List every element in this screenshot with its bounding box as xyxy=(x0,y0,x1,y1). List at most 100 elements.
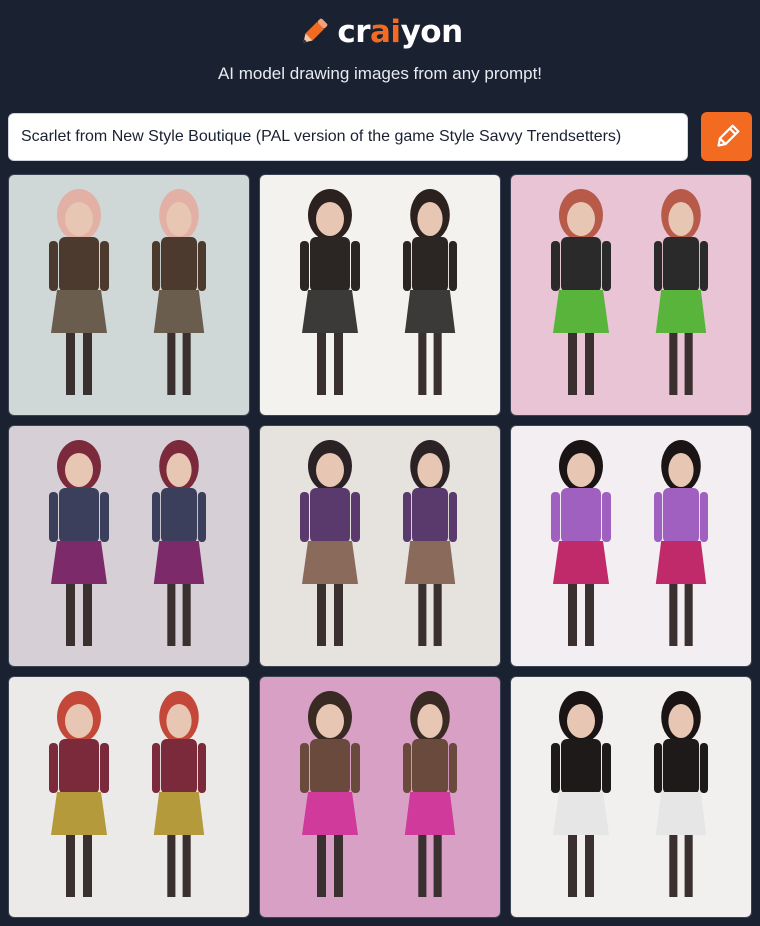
fashion-figure xyxy=(654,189,708,395)
figure-part xyxy=(302,792,358,835)
figure-part xyxy=(561,488,601,543)
fashion-figure xyxy=(654,691,708,897)
generated-image[interactable] xyxy=(510,676,752,918)
figure-part xyxy=(316,202,344,236)
figure-part xyxy=(317,835,326,897)
figure-part xyxy=(655,792,707,835)
figure-part xyxy=(83,333,92,395)
figure-part xyxy=(334,333,343,395)
figure-part xyxy=(404,792,456,835)
figure-part xyxy=(152,492,161,542)
figure-part xyxy=(153,541,205,584)
figure-part xyxy=(166,453,192,487)
figure-part xyxy=(334,835,343,897)
figure-part xyxy=(602,743,611,793)
figure-part xyxy=(684,835,693,897)
fashion-figure xyxy=(551,440,611,646)
figure-part xyxy=(567,202,595,236)
figure-part xyxy=(49,241,58,291)
figure-part xyxy=(51,290,107,333)
figure-part xyxy=(100,743,109,793)
image-gallery xyxy=(8,174,752,918)
generated-image[interactable] xyxy=(259,174,501,416)
figure-part xyxy=(553,541,609,584)
figure-part xyxy=(83,835,92,897)
figure-part xyxy=(49,492,58,542)
generated-image[interactable] xyxy=(510,425,752,667)
figure-part xyxy=(167,835,176,897)
figure-part xyxy=(59,488,99,543)
fashion-figure-illustration xyxy=(300,691,457,897)
figure-part xyxy=(153,792,205,835)
figure-part xyxy=(412,488,448,543)
figure-part xyxy=(310,237,350,292)
figure-part xyxy=(417,453,443,487)
figure-part xyxy=(167,584,176,646)
figure-part xyxy=(585,333,594,395)
pencil-icon xyxy=(716,124,739,147)
figure-part xyxy=(153,290,205,333)
generated-image[interactable] xyxy=(8,676,250,918)
figure-part xyxy=(663,237,699,292)
logo[interactable]: craiyon xyxy=(0,8,760,56)
figure-part xyxy=(49,743,58,793)
figure-part xyxy=(65,704,93,738)
figure-part xyxy=(655,541,707,584)
figure-part xyxy=(561,237,601,292)
figure-part xyxy=(433,835,442,897)
figure-part xyxy=(161,739,197,794)
generated-image[interactable] xyxy=(510,174,752,416)
figure-part xyxy=(197,492,206,542)
brand-name: craiyon xyxy=(337,14,463,50)
figure-part xyxy=(351,492,360,542)
figure-part xyxy=(663,739,699,794)
figure-part xyxy=(567,704,595,738)
figure-part xyxy=(418,333,427,395)
figure-part xyxy=(585,584,594,646)
figure-part xyxy=(166,202,192,236)
fashion-figure xyxy=(152,189,206,395)
figure-part xyxy=(568,584,577,646)
generated-image[interactable] xyxy=(8,174,250,416)
figure-part xyxy=(161,237,197,292)
figure-part xyxy=(654,492,663,542)
draw-button[interactable] xyxy=(701,112,752,161)
figure-part xyxy=(553,290,609,333)
figure-part xyxy=(310,739,350,794)
fashion-figure xyxy=(300,440,360,646)
figure-part xyxy=(669,584,678,646)
generated-image[interactable] xyxy=(259,676,501,918)
figure-part xyxy=(418,584,427,646)
figure-part xyxy=(551,241,560,291)
figure-part xyxy=(300,743,309,793)
figure-part xyxy=(669,835,678,897)
figure-part xyxy=(404,541,456,584)
figure-part xyxy=(448,743,457,793)
figure-part xyxy=(668,202,694,236)
figure-part xyxy=(152,241,161,291)
figure-part xyxy=(448,241,457,291)
figure-part xyxy=(417,202,443,236)
figure-part xyxy=(699,241,708,291)
generated-image[interactable] xyxy=(8,425,250,667)
fashion-figure-illustration xyxy=(49,189,206,395)
figure-part xyxy=(568,835,577,897)
figure-part xyxy=(100,492,109,542)
figure-part xyxy=(663,488,699,543)
figure-part xyxy=(83,584,92,646)
figure-part xyxy=(100,241,109,291)
generated-image[interactable] xyxy=(259,425,501,667)
figure-part xyxy=(51,792,107,835)
figure-part xyxy=(66,333,75,395)
fashion-figure-illustration xyxy=(551,691,708,897)
figure-part xyxy=(182,333,191,395)
figure-part xyxy=(553,792,609,835)
figure-part xyxy=(65,202,93,236)
fashion-figure xyxy=(403,691,457,897)
figure-part xyxy=(403,241,412,291)
fashion-figure xyxy=(152,440,206,646)
prompt-input[interactable]: Scarlet from New Style Boutique (PAL ver… xyxy=(8,113,688,161)
figure-part xyxy=(351,241,360,291)
figure-part xyxy=(302,290,358,333)
figure-part xyxy=(654,743,663,793)
